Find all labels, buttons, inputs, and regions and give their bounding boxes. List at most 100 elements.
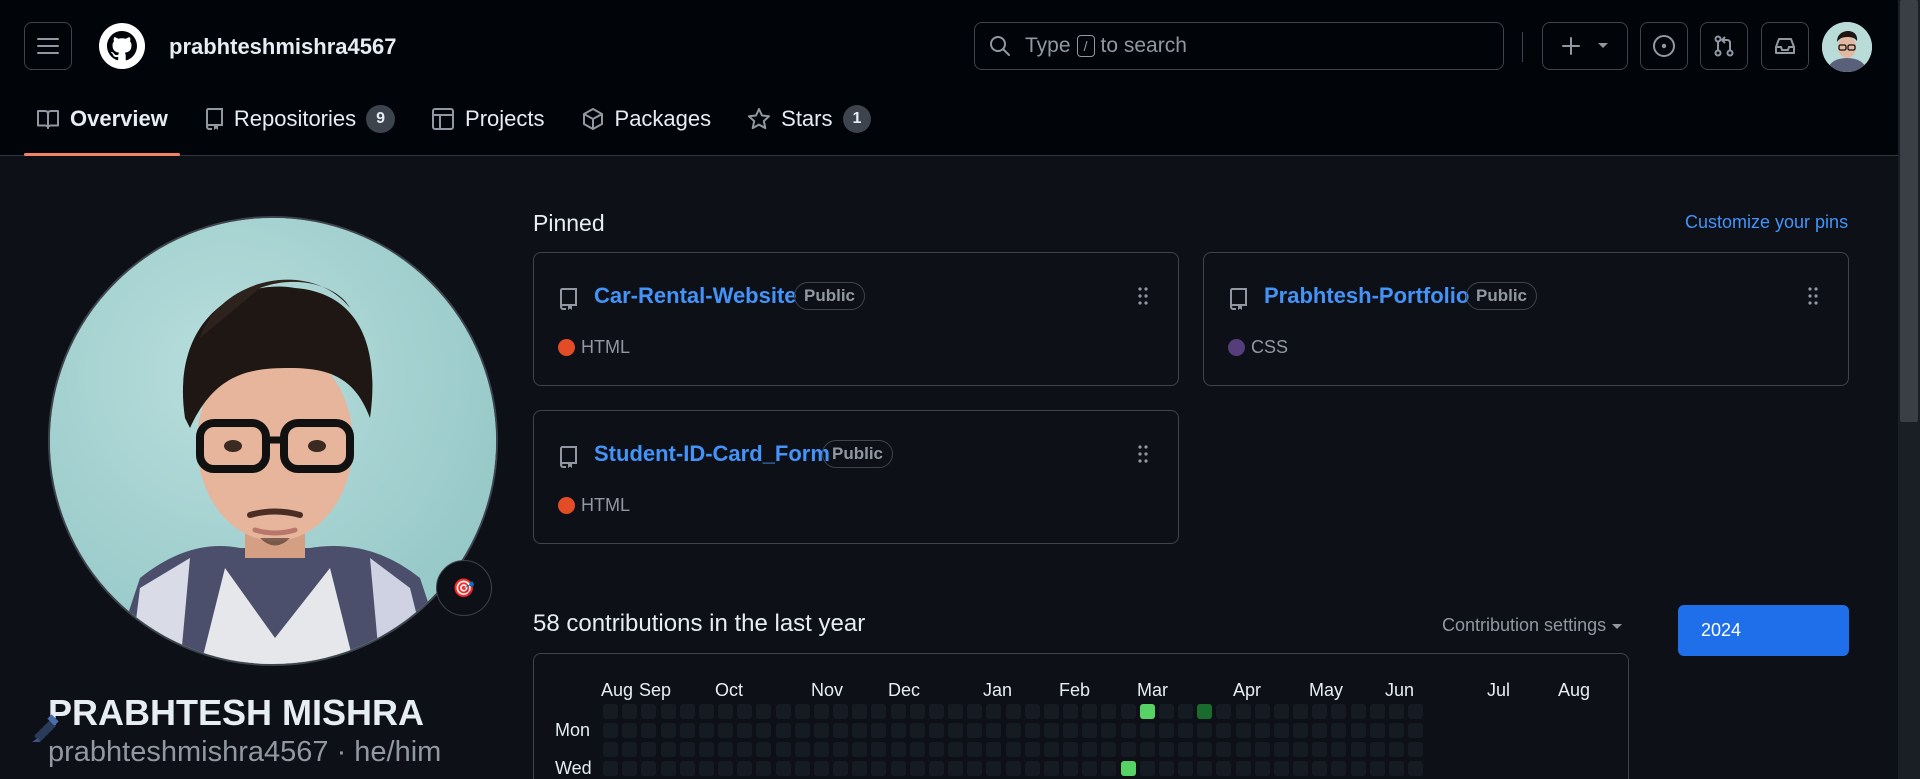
contribution-day-cell[interactable] — [910, 742, 925, 757]
contribution-day-cell[interactable] — [929, 704, 944, 719]
contribution-day-cell[interactable] — [1389, 723, 1404, 738]
contribution-day-cell[interactable] — [948, 761, 963, 776]
contribution-day-cell[interactable] — [1274, 723, 1289, 738]
contribution-day-cell[interactable] — [1121, 723, 1136, 738]
contribution-day-cell[interactable] — [833, 761, 848, 776]
drag-handle-icon[interactable] — [1138, 445, 1148, 463]
contribution-day-cell[interactable] — [833, 704, 848, 719]
contribution-day-cell[interactable] — [737, 723, 752, 738]
contribution-day-cell[interactable] — [661, 723, 676, 738]
contribution-day-cell[interactable] — [1082, 742, 1097, 757]
contribution-day-cell[interactable] — [661, 704, 676, 719]
contribution-day-cell[interactable] — [1293, 704, 1308, 719]
contribution-day-cell[interactable] — [1331, 761, 1346, 776]
profile-avatar[interactable] — [48, 216, 498, 666]
contribution-day-cell[interactable] — [1351, 723, 1366, 738]
inbox-button[interactable] — [1761, 22, 1809, 70]
contribution-day-cell[interactable] — [1159, 704, 1174, 719]
contribution-day-cell[interactable] — [1293, 761, 1308, 776]
contribution-day-cell[interactable] — [891, 723, 906, 738]
contribution-day-cell[interactable] — [814, 723, 829, 738]
contribution-day-cell[interactable] — [622, 761, 637, 776]
contribution-day-cell[interactable] — [986, 723, 1001, 738]
contribution-day-cell[interactable] — [1274, 704, 1289, 719]
contribution-day-cell[interactable] — [795, 742, 810, 757]
contribution-day-cell[interactable] — [967, 723, 982, 738]
contribution-day-cell[interactable] — [891, 742, 906, 757]
contribution-day-cell[interactable] — [718, 742, 733, 757]
contribution-day-cell[interactable] — [1025, 761, 1040, 776]
contribution-day-cell[interactable] — [1236, 742, 1251, 757]
contribution-day-cell[interactable] — [1006, 723, 1021, 738]
tab-repositories[interactable]: Repositories 9 — [192, 96, 407, 142]
contribution-day-cell[interactable] — [1351, 761, 1366, 776]
contribution-day-cell[interactable] — [986, 761, 1001, 776]
year-2024-button[interactable]: 2024 — [1678, 605, 1849, 656]
tab-projects[interactable]: Projects — [419, 96, 556, 142]
contribution-day-cell[interactable] — [948, 704, 963, 719]
contribution-day-cell[interactable] — [1178, 723, 1193, 738]
contribution-day-cell[interactable] — [1121, 742, 1136, 757]
contribution-day-cell[interactable] — [661, 742, 676, 757]
contribution-day-cell[interactable] — [1312, 761, 1327, 776]
contribution-day-cell[interactable] — [1082, 723, 1097, 738]
scrollbar-thumb[interactable] — [1900, 0, 1918, 422]
contribution-day-cell[interactable] — [1351, 742, 1366, 757]
contribution-day-cell[interactable] — [1140, 723, 1155, 738]
contribution-day-cell[interactable] — [795, 723, 810, 738]
contribution-day-cell[interactable] — [756, 761, 771, 776]
contribution-day-cell[interactable] — [1178, 742, 1193, 757]
contribution-day-cell[interactable] — [1312, 704, 1327, 719]
contribution-day-cell[interactable] — [622, 704, 637, 719]
contribution-day-cell[interactable] — [1389, 742, 1404, 757]
contribution-day-cell[interactable] — [1140, 742, 1155, 757]
contribution-day-cell[interactable] — [910, 723, 925, 738]
contribution-day-cell[interactable] — [661, 761, 676, 776]
contribution-day-cell[interactable] — [986, 704, 1001, 719]
contribution-day-cell[interactable] — [1101, 704, 1116, 719]
contribution-day-cell[interactable] — [1178, 704, 1193, 719]
contribution-day-cell[interactable] — [603, 704, 618, 719]
contribution-day-cell[interactable] — [776, 704, 791, 719]
contribution-day-cell[interactable] — [756, 742, 771, 757]
contribution-day-cell[interactable] — [1255, 742, 1270, 757]
contribution-day-cell[interactable] — [1159, 761, 1174, 776]
contribution-day-cell[interactable] — [795, 704, 810, 719]
contribution-settings-dropdown[interactable]: Contribution settings — [1442, 615, 1623, 636]
contribution-day-cell[interactable] — [718, 723, 733, 738]
contribution-day-cell[interactable] — [852, 742, 867, 757]
contribution-day-cell[interactable] — [1006, 761, 1021, 776]
contribution-day-cell[interactable] — [1101, 761, 1116, 776]
contribution-day-cell[interactable] — [1044, 704, 1059, 719]
contribution-day-cell[interactable] — [737, 761, 752, 776]
contribution-day-cell[interactable] — [1293, 742, 1308, 757]
contribution-day-cell[interactable] — [814, 704, 829, 719]
contribution-day-cell[interactable] — [756, 723, 771, 738]
drag-handle-icon[interactable] — [1138, 287, 1148, 305]
contribution-day-cell[interactable] — [795, 761, 810, 776]
contribution-day-cell[interactable] — [1197, 704, 1212, 719]
contribution-day-cell[interactable] — [680, 704, 695, 719]
contribution-day-cell[interactable] — [680, 723, 695, 738]
contribution-day-cell[interactable] — [1197, 742, 1212, 757]
contribution-day-cell[interactable] — [1025, 704, 1040, 719]
contribution-day-cell[interactable] — [1236, 723, 1251, 738]
contribution-day-cell[interactable] — [776, 761, 791, 776]
contribution-day-cell[interactable] — [852, 704, 867, 719]
contribution-day-cell[interactable] — [680, 761, 695, 776]
contribution-day-cell[interactable] — [1216, 742, 1231, 757]
contribution-day-cell[interactable] — [1370, 723, 1385, 738]
contribution-day-cell[interactable] — [986, 742, 1001, 757]
contribution-day-cell[interactable] — [1025, 723, 1040, 738]
contribution-day-cell[interactable] — [871, 723, 886, 738]
tab-overview[interactable]: Overview — [24, 96, 180, 156]
contribution-day-cell[interactable] — [871, 704, 886, 719]
contribution-day-cell[interactable] — [1101, 742, 1116, 757]
contribution-day-cell[interactable] — [1101, 723, 1116, 738]
pinned-repo-link[interactable]: Prabhtesh-Portfolio — [1264, 283, 1469, 309]
header-username[interactable]: prabhteshmishra4567 — [169, 34, 396, 60]
contribution-day-cell[interactable] — [814, 761, 829, 776]
contribution-day-cell[interactable] — [833, 723, 848, 738]
contribution-day-cell[interactable] — [948, 742, 963, 757]
contribution-day-cell[interactable] — [1121, 761, 1136, 776]
